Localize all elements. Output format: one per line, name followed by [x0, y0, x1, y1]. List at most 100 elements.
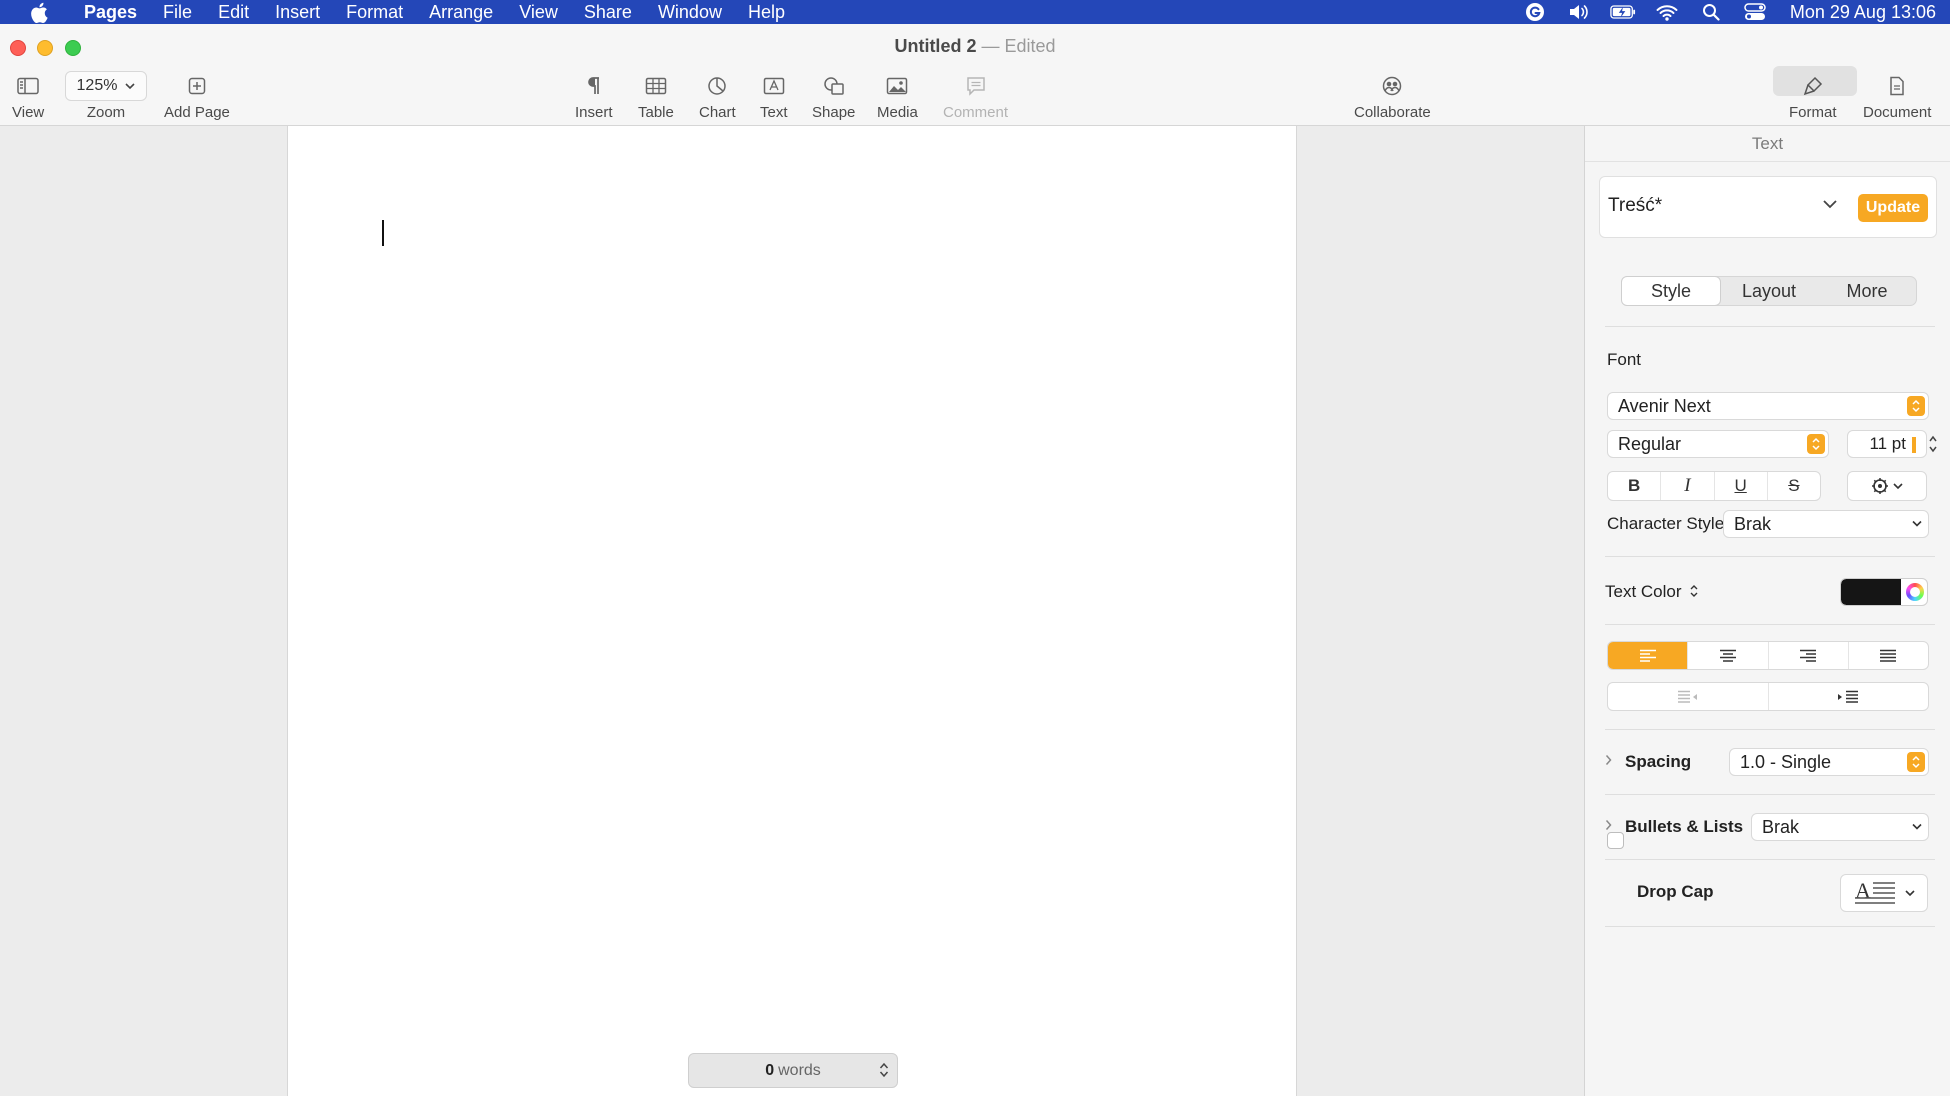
chevron-down-icon	[1905, 889, 1915, 896]
battery-charging-icon[interactable]	[1610, 1, 1636, 23]
collaborate-button[interactable]: Collaborate	[1354, 70, 1431, 121]
menu-edit[interactable]: Edit	[205, 0, 262, 24]
media-button[interactable]: Media	[877, 70, 918, 121]
bullets-lists-popup[interactable]: Brak	[1751, 813, 1929, 841]
sidebar-toggle-icon	[17, 70, 39, 102]
text-box-icon	[763, 70, 785, 102]
tab-more[interactable]: More	[1818, 277, 1916, 305]
menu-insert[interactable]: Insert	[262, 0, 333, 24]
font-size-value: 11 pt	[1869, 434, 1906, 453]
text-box-button[interactable]: Text	[760, 70, 788, 121]
comment-button[interactable]: Comment	[943, 70, 1008, 121]
advanced-options-popup[interactable]	[1847, 471, 1927, 501]
document-title: Untitled 2 — Edited	[0, 36, 1950, 57]
view-label: View	[12, 104, 45, 121]
shape-icon	[823, 70, 845, 102]
decrease-indent-button[interactable]	[1608, 683, 1769, 710]
update-style-button[interactable]: Update	[1858, 194, 1928, 222]
menu-help[interactable]: Help	[735, 0, 798, 24]
document-page[interactable]	[287, 126, 1297, 1096]
zoom-control[interactable]: 125% Zoom	[65, 70, 147, 121]
character-styles-popup[interactable]: Brak	[1723, 510, 1929, 538]
strikethrough-button[interactable]: S	[1768, 472, 1820, 500]
word-count-number: 0	[765, 1061, 775, 1079]
text-style-buttons: B I U S	[1607, 471, 1821, 501]
gear-icon	[1872, 478, 1888, 494]
align-left-icon	[1639, 649, 1656, 662]
underline-button[interactable]: U	[1715, 472, 1768, 500]
bullets-lists-value: Brak	[1762, 816, 1800, 837]
volume-icon[interactable]	[1566, 1, 1592, 23]
view-button[interactable]: View	[12, 70, 44, 121]
wifi-icon[interactable]	[1654, 1, 1680, 23]
table-icon	[645, 70, 667, 102]
add-page-button[interactable]: Add Page	[164, 70, 230, 121]
updown-chevron-icon	[1807, 434, 1825, 454]
document-button[interactable]: Document	[1863, 70, 1931, 121]
bold-button[interactable]: B	[1608, 472, 1662, 500]
control-center-icon[interactable]	[1742, 1, 1768, 23]
menu-format[interactable]: Format	[333, 0, 416, 24]
italic-button[interactable]: I	[1661, 472, 1715, 500]
format-button[interactable]: Format	[1789, 70, 1837, 121]
font-family-popup[interactable]: Avenir Next	[1607, 392, 1929, 420]
table-button[interactable]: Table	[638, 70, 674, 121]
text-color-label[interactable]: Text Color	[1605, 582, 1699, 602]
line-spacing-popup[interactable]: 1.0 - Single	[1729, 748, 1929, 776]
zoom-popup[interactable]: 125%	[65, 71, 147, 101]
text-color-well[interactable]	[1840, 578, 1928, 606]
increase-indent-button[interactable]	[1769, 683, 1929, 710]
add-page-label: Add Page	[164, 104, 230, 121]
updown-chevron-icon	[1907, 396, 1925, 416]
bullets-lists-label[interactable]: Bullets & Lists	[1625, 817, 1743, 837]
menu-window[interactable]: Window	[645, 0, 735, 24]
apple-menu-icon[interactable]	[27, 0, 51, 24]
paragraph-style-name: Treść*	[1608, 195, 1663, 216]
title-separator: —	[981, 36, 1000, 56]
color-wheel-icon[interactable]	[1906, 583, 1924, 601]
menu-share[interactable]: Share	[571, 0, 645, 24]
font-weight-value: Regular	[1618, 433, 1682, 454]
spotlight-search-icon[interactable]	[1698, 1, 1724, 23]
collaborate-icon	[1380, 70, 1404, 102]
text-label: Text	[760, 104, 788, 121]
font-size-field[interactable]: 11 pt	[1847, 430, 1937, 458]
menu-arrange[interactable]: Arrange	[416, 0, 506, 24]
tab-style[interactable]: Style	[1621, 276, 1721, 306]
disclosure-chevron-icon[interactable]	[1605, 754, 1613, 766]
menu-app-pages[interactable]: Pages	[71, 0, 150, 24]
collaborate-label: Collaborate	[1354, 104, 1431, 121]
divider	[1605, 326, 1935, 327]
paintbrush-icon	[1803, 70, 1823, 102]
divider	[1605, 624, 1935, 625]
font-weight-popup[interactable]: Regular	[1607, 430, 1829, 458]
align-right-button[interactable]	[1769, 642, 1849, 669]
chevron-down-icon[interactable]	[1822, 199, 1838, 209]
word-count-popup[interactable]: 0 words	[688, 1053, 898, 1088]
svg-text:A: A	[1855, 878, 1871, 903]
line-spacing-value: 1.0 - Single	[1740, 751, 1832, 772]
insert-button[interactable]: Insert	[575, 70, 613, 121]
shape-button[interactable]: Shape	[812, 70, 855, 121]
align-center-button[interactable]	[1688, 642, 1769, 669]
chart-button[interactable]: Chart	[699, 70, 736, 121]
divider	[1605, 729, 1935, 730]
grammarly-icon[interactable]	[1522, 1, 1548, 23]
increase-indent-icon	[1838, 690, 1859, 703]
updown-chevron-icon	[879, 1062, 889, 1078]
comment-icon	[966, 70, 986, 102]
drop-cap-style-popup[interactable]: A	[1840, 874, 1928, 912]
menu-bar: Pages File Edit Insert Format Arrange Vi…	[0, 0, 1950, 24]
spacing-label[interactable]: Spacing	[1625, 752, 1691, 772]
disclosure-chevron-icon[interactable]	[1605, 819, 1613, 831]
drop-cap-checkbox[interactable]	[1607, 832, 1624, 849]
align-justify-button[interactable]	[1849, 642, 1928, 669]
tab-layout[interactable]: Layout	[1720, 277, 1818, 305]
menubar-clock[interactable]: Mon 29 Aug 13:06	[1790, 2, 1936, 23]
document-label: Document	[1863, 104, 1932, 121]
font-size-stepper[interactable]	[1928, 432, 1938, 456]
menu-view[interactable]: View	[506, 0, 571, 24]
paragraph-style-box[interactable]: Treść* Update	[1599, 176, 1937, 238]
align-left-button[interactable]	[1608, 642, 1689, 669]
menu-file[interactable]: File	[150, 0, 205, 24]
